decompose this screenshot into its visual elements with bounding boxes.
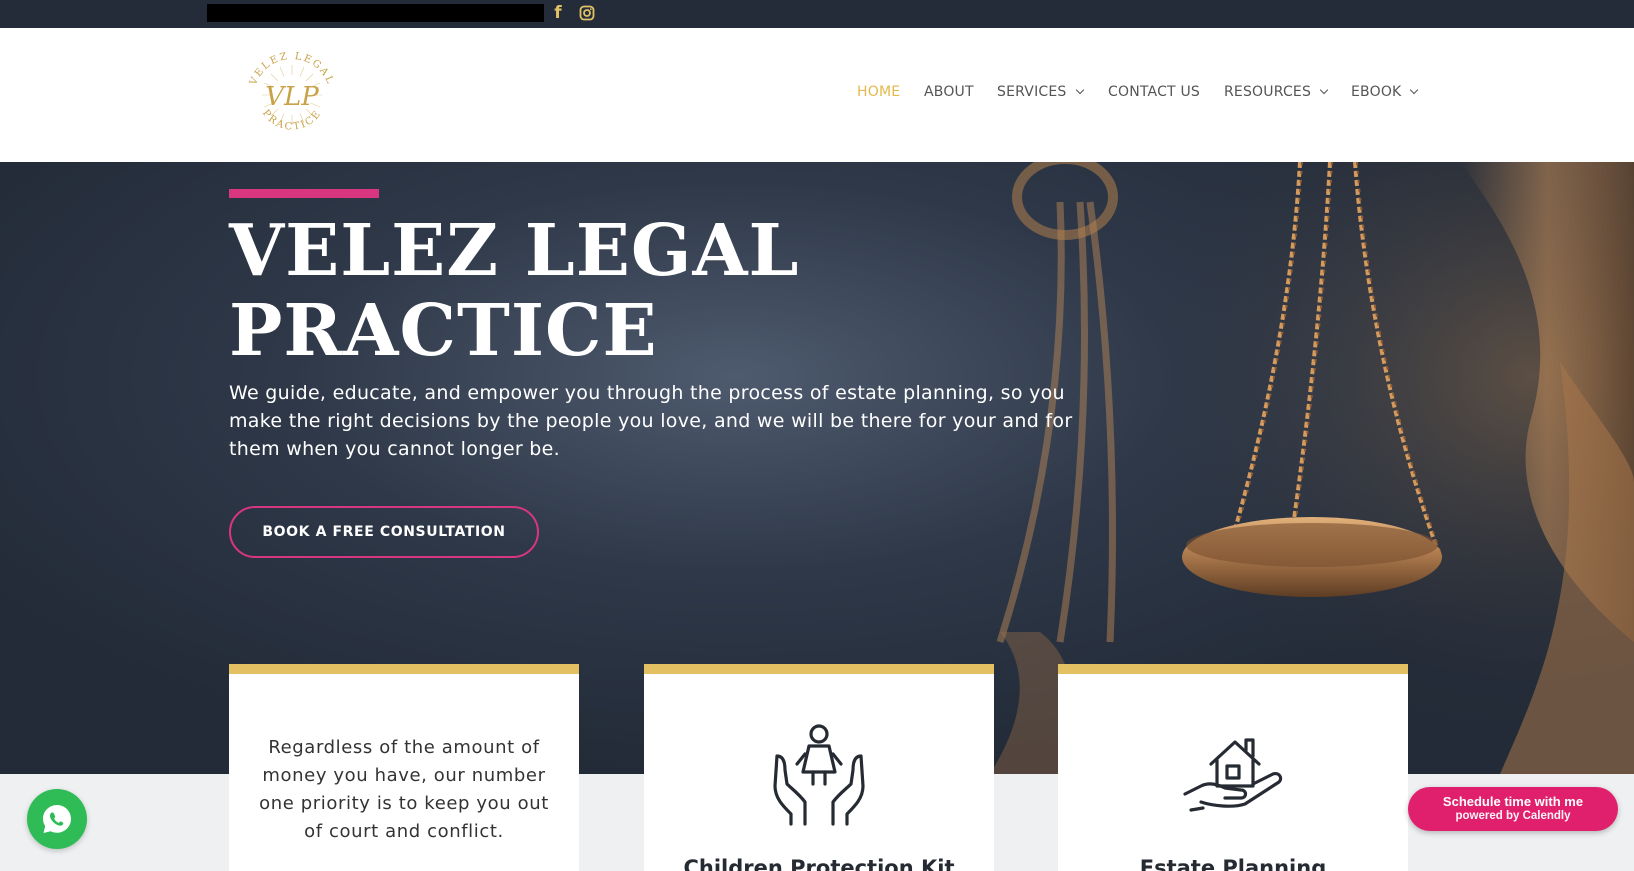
child-in-hands-icon bbox=[773, 724, 865, 826]
hero-title: VELEZ LEGAL PRACTICE bbox=[229, 210, 799, 370]
redacted-contact-info bbox=[207, 4, 544, 22]
priority-card: Regardless of the amount of money you ha… bbox=[229, 664, 579, 871]
calendly-label: Schedule time with me bbox=[1442, 794, 1584, 809]
calendly-powered-by: powered by Calendly bbox=[1455, 810, 1571, 822]
chevron-down-icon bbox=[1075, 85, 1084, 95]
chevron-down-icon bbox=[1410, 85, 1419, 95]
nav-item-services[interactable]: SERVICES bbox=[997, 84, 1084, 100]
top-bar: f bbox=[0, 0, 1634, 28]
whatsapp-button[interactable] bbox=[27, 789, 87, 849]
hero-title-line1: VELEZ LEGAL bbox=[229, 208, 800, 292]
main-navigation: HOME ABOUT SERVICES CONTACT US RESOURCES… bbox=[0, 28, 1634, 162]
children-protection-card[interactable]: Children Protection Kit bbox=[644, 664, 994, 871]
nav-item-ebook[interactable]: EBOOK bbox=[1351, 84, 1419, 100]
nav-label: EBOOK bbox=[1351, 84, 1402, 100]
nav-item-home[interactable]: HOME bbox=[857, 84, 900, 100]
whatsapp-icon bbox=[43, 805, 71, 833]
instagram-icon[interactable] bbox=[577, 3, 597, 23]
nav-item-contact-us[interactable]: CONTACT US bbox=[1108, 84, 1200, 100]
calendly-schedule-button[interactable]: Schedule time with me powered by Calendl… bbox=[1408, 787, 1618, 831]
nav-label: ABOUT bbox=[924, 84, 974, 100]
chevron-down-icon bbox=[1319, 85, 1329, 95]
nav-item-resources[interactable]: RESOURCES bbox=[1224, 84, 1329, 100]
site-header: VELEZ LEGAL PRACTICE VLP HOME ABOUT SERV… bbox=[0, 28, 1634, 162]
nav-item-about[interactable]: ABOUT bbox=[924, 84, 974, 100]
nav-label: SERVICES bbox=[997, 84, 1067, 100]
estate-planning-card[interactable]: Estate Planning bbox=[1058, 664, 1408, 871]
book-consultation-button[interactable]: BOOK A FREE CONSULTATION bbox=[229, 506, 539, 558]
nav-label: HOME bbox=[857, 84, 901, 100]
house-in-hand-icon bbox=[1183, 738, 1283, 812]
card-text: Regardless of the amount of money you ha… bbox=[259, 737, 549, 842]
facebook-icon[interactable]: f bbox=[548, 3, 568, 23]
nav-label: RESOURCES bbox=[1224, 84, 1312, 100]
hero-title-line2: PRACTICE bbox=[229, 288, 658, 372]
hero-accent-bar bbox=[229, 189, 379, 198]
hero-subtitle: We guide, educate, and empower you throu… bbox=[229, 382, 1073, 460]
card-title: Children Protection Kit bbox=[683, 856, 955, 871]
card-title: Estate Planning bbox=[1139, 856, 1327, 871]
nav-label: CONTACT US bbox=[1108, 84, 1200, 100]
